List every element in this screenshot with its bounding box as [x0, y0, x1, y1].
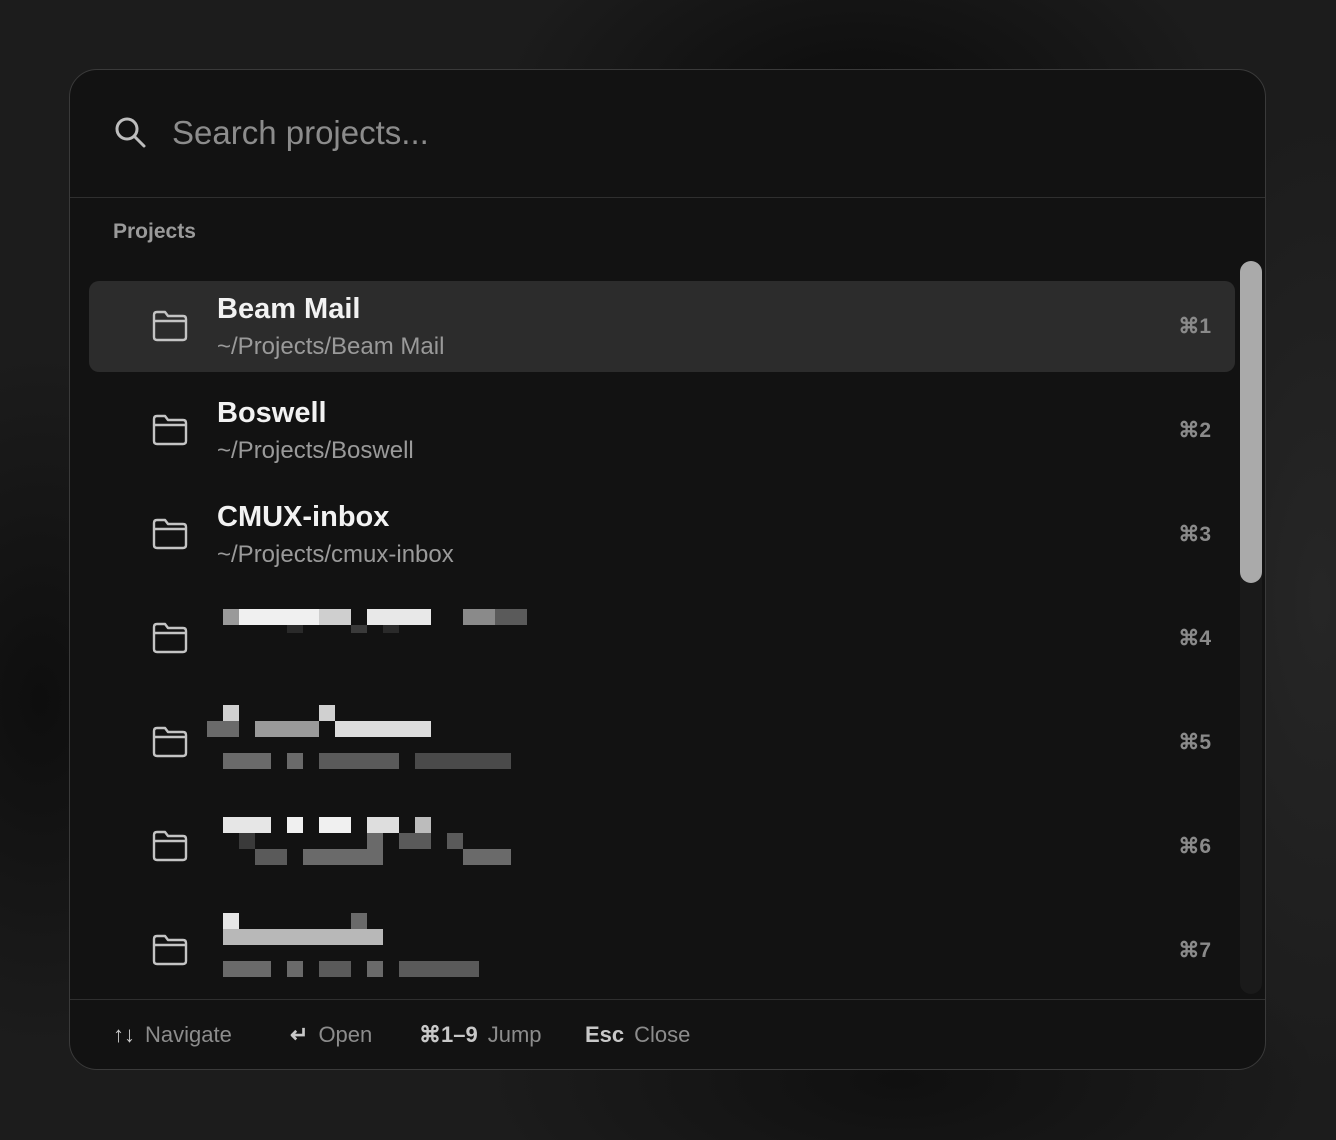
project-row-redacted-6[interactable]: ⌘6 [89, 801, 1235, 892]
project-name: Beam Mail [217, 293, 361, 325]
shortcut-badge: ⌘5 [1178, 731, 1211, 754]
navigate-arrows-icon: ↑↓ [113, 1022, 135, 1047]
shortcut-badge: ⌘4 [1178, 627, 1211, 650]
scrollbar-track[interactable] [1240, 261, 1262, 994]
hint-jump: ⌘1–9 Jump [419, 1022, 542, 1048]
project-list: Beam Mail ~/Projects/Beam Mail ⌘1 Boswel… [89, 281, 1235, 999]
keyboard-hints-footer: ↑↓ Navigate ↵ Open ⌘1–9 Jump Esc Close [70, 999, 1265, 1069]
project-path: ~/Projects/Boswell [217, 437, 414, 464]
hint-jump-key: ⌘1–9 [419, 1022, 478, 1047]
project-switcher-dialog: Projects Beam Mail ~/Projects/Beam Mail … [69, 69, 1266, 1070]
search-icon [115, 117, 146, 148]
project-name: CMUX-inbox [217, 501, 390, 533]
shortcut-badge: ⌘7 [1178, 939, 1211, 962]
hint-open: ↵ Open [290, 1022, 372, 1048]
shortcut-badge: ⌘1 [1178, 315, 1211, 338]
folder-icon [152, 518, 188, 550]
search-bar [70, 70, 1265, 198]
project-row-redacted-7[interactable]: ⌘7 [89, 905, 1235, 996]
project-name: Boswell [217, 397, 327, 429]
shortcut-badge: ⌘6 [1178, 835, 1211, 858]
return-icon: ↵ [290, 1022, 309, 1047]
folder-icon [152, 622, 188, 654]
hint-navigate-label: Navigate [145, 1022, 232, 1047]
scrollbar-thumb[interactable] [1240, 261, 1262, 583]
hint-open-label: Open [318, 1022, 373, 1047]
section-title: Projects [113, 220, 196, 243]
hint-jump-label: Jump [487, 1022, 542, 1047]
project-path: ~/Projects/Beam Mail [217, 333, 445, 360]
project-row-redacted-5[interactable]: ⌘5 [89, 697, 1235, 788]
project-row-beam-mail[interactable]: Beam Mail ~/Projects/Beam Mail ⌘1 [89, 281, 1235, 372]
project-row-cmux-inbox[interactable]: CMUX-inbox ~/Projects/cmux-inbox ⌘3 [89, 489, 1235, 580]
hint-close-key: Esc [585, 1022, 625, 1047]
folder-icon [152, 830, 188, 862]
hint-close: Esc Close [585, 1022, 690, 1048]
folder-icon [152, 934, 188, 966]
folder-icon [152, 310, 188, 342]
project-row-boswell[interactable]: Boswell ~/Projects/Boswell ⌘2 [89, 385, 1235, 476]
project-path: ~/Projects/cmux-inbox [217, 541, 454, 568]
folder-icon [152, 726, 188, 758]
shortcut-badge: ⌘3 [1178, 523, 1211, 546]
folder-icon [152, 414, 188, 446]
search-input[interactable] [172, 108, 1212, 158]
project-row-redacted-4[interactable]: ⌘4 [89, 593, 1235, 684]
shortcut-badge: ⌘2 [1178, 419, 1211, 442]
hint-navigate: ↑↓ Navigate [113, 1022, 232, 1048]
hint-close-label: Close [634, 1022, 691, 1047]
